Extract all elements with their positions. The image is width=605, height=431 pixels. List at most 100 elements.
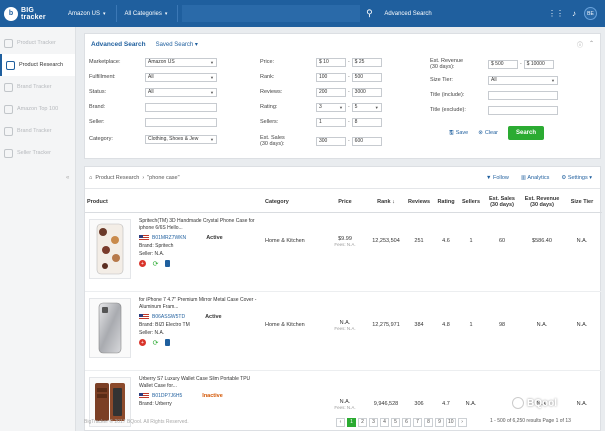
title-exclude-field[interactable] xyxy=(488,105,558,115)
sidebar-item-brand-tracker[interactable]: Brand Tracker xyxy=(0,76,75,98)
cell-size-tier: N.A. xyxy=(576,401,588,407)
sellers-max-field[interactable]: 8 xyxy=(351,117,382,127)
reviews-min-field[interactable]: 200 xyxy=(316,87,346,97)
col-price[interactable]: Price xyxy=(331,191,359,213)
chevron-down-icon: ▼ xyxy=(339,104,343,110)
page-button[interactable]: 4 xyxy=(380,417,389,427)
refresh-icon[interactable]: ⟳ xyxy=(152,339,159,347)
product-title[interactable]: Urberry S7 Luxury Wallet Case Slim Porta… xyxy=(139,376,261,390)
col-sellers[interactable]: Sellers xyxy=(459,191,483,213)
page-button[interactable]: 5 xyxy=(391,417,400,427)
search-icon[interactable]: ⚲ xyxy=(360,5,378,22)
status-label: Status: xyxy=(89,89,107,95)
refresh-icon[interactable]: ⟳ xyxy=(152,260,159,268)
col-category[interactable]: Category xyxy=(265,191,325,213)
price-max-field[interactable]: $ 25 xyxy=(351,57,382,67)
track-icon[interactable]: + xyxy=(139,339,146,346)
page-button[interactable]: 2 xyxy=(358,417,367,427)
est-sales-min-field[interactable]: 300 xyxy=(316,136,346,146)
breadcrumb-root[interactable]: Product Research xyxy=(95,175,139,181)
cell-size-tier: N.A. xyxy=(576,322,588,328)
track-icon[interactable]: + xyxy=(139,260,146,267)
est-sales-max-field[interactable]: 600 xyxy=(351,136,382,146)
status-badge: Inactive xyxy=(202,393,223,399)
sidebar-item-product-research[interactable]: Product Research xyxy=(0,54,75,76)
price-min-field[interactable]: $ 10 xyxy=(316,57,346,67)
table-row[interactable]: Spritech(TM) 3D Handmade Crystal Phone C… xyxy=(85,214,602,292)
logo[interactable]: b BIG tracker xyxy=(0,0,60,27)
est-revenue-max-field[interactable]: $ 10000 xyxy=(523,59,554,69)
page-button[interactable]: 10 xyxy=(446,417,456,427)
col-est-revenue[interactable]: Est. Revenue (30 days) xyxy=(522,191,562,213)
advanced-search-link[interactable]: Advanced Search xyxy=(384,11,431,17)
title-include-field[interactable] xyxy=(488,90,558,100)
info-icon[interactable]: ⓘ xyxy=(577,40,583,49)
reviews-max-field[interactable]: 3000 xyxy=(351,87,382,97)
rank-min-field[interactable]: 100 xyxy=(316,72,346,82)
product-asin[interactable]: B06ASSW5TD xyxy=(152,314,185,320)
col-rating[interactable]: Rating xyxy=(435,191,457,213)
product-title[interactable]: Spritech(TM) 3D Handmade Crystal Phone C… xyxy=(139,218,261,232)
search-input[interactable] xyxy=(182,5,361,22)
product-thumbnail[interactable] xyxy=(89,298,131,358)
analytics-button[interactable]: ▥ Analytics xyxy=(521,175,549,181)
brand-field[interactable] xyxy=(145,102,217,112)
seller-field[interactable] xyxy=(145,117,217,127)
page-button[interactable]: 7 xyxy=(413,417,422,427)
size-tier-field[interactable]: All ▼ xyxy=(488,75,558,85)
size-tier-label: Size Tier: xyxy=(430,77,453,83)
settings-button[interactable]: ⚙ Settings ▾ xyxy=(561,175,592,181)
saved-search-dropdown[interactable]: Saved Search ▾ xyxy=(156,41,198,48)
col-product[interactable]: Product xyxy=(87,191,127,213)
grid-icon[interactable]: ⋮⋮ xyxy=(548,9,564,18)
page-button[interactable]: 3 xyxy=(369,417,378,427)
rank-max-field[interactable]: 500 xyxy=(351,72,382,82)
cell-rating: 4.7 xyxy=(442,401,450,407)
col-est-sales[interactable]: Est. Sales (30 days) xyxy=(485,191,519,213)
product-title[interactable]: for iPhone 7 4.7" Premium Mirror Metal C… xyxy=(139,297,261,311)
category-field[interactable]: Clothing, Shoes & Jew ▼ xyxy=(145,134,217,144)
status-field[interactable]: All ▼ xyxy=(145,87,217,97)
clear-button[interactable]: ⊗ Clear xyxy=(478,130,498,136)
est-sales-label: Est. Sales (30 days): xyxy=(260,135,285,147)
product-thumbnail[interactable] xyxy=(89,219,131,279)
col-size-tier[interactable]: Size Tier xyxy=(567,191,597,213)
delete-icon[interactable] xyxy=(165,339,170,346)
page-button[interactable]: 6 xyxy=(402,417,411,427)
sidebar-item-seller-tracker[interactable]: Seller Tracker xyxy=(0,142,75,164)
marketplace-label: Marketplace: xyxy=(89,59,121,65)
page-button[interactable]: 9 xyxy=(435,417,444,427)
collapse-sidebar-icon[interactable]: « xyxy=(66,175,69,181)
rating-max-field[interactable]: 5 ▼ xyxy=(351,102,382,112)
bell-icon[interactable]: ♪ xyxy=(572,9,576,18)
col-rank[interactable]: Rank ↓ xyxy=(368,191,404,213)
page-prev[interactable]: ‹ xyxy=(336,417,345,427)
rating-min-field[interactable]: 3 ▼ xyxy=(316,102,346,112)
page-button[interactable]: 8 xyxy=(424,417,433,427)
category-select[interactable]: All Categories ▾ xyxy=(117,5,179,22)
sellers-min-field[interactable]: 1 xyxy=(316,117,346,127)
cell-sellers: 1 xyxy=(469,322,473,328)
product-asin[interactable]: B01DP7J6H5 xyxy=(152,393,182,399)
fulfillment-field[interactable]: All ▼ xyxy=(145,72,217,82)
delete-icon[interactable] xyxy=(165,260,170,267)
search-button[interactable]: Search xyxy=(508,126,544,140)
phone-case-image xyxy=(96,223,124,275)
marketplace-field[interactable]: Amazon US ▼ xyxy=(145,57,217,67)
est-revenue-min-field[interactable]: $ 500 xyxy=(488,59,518,69)
save-button[interactable]: 🖫 Save xyxy=(449,129,468,138)
col-reviews[interactable]: Reviews xyxy=(407,191,431,213)
breadcrumb-home-icon[interactable]: ⌂ xyxy=(89,175,92,181)
follow-button[interactable]: ▼ Follow xyxy=(486,175,509,181)
sidebar-item-amazon-top-100[interactable]: Amazon Top 100 xyxy=(0,98,75,120)
brand-tracker-icon xyxy=(4,82,13,92)
product-asin[interactable]: B01MRZ7WKN xyxy=(152,235,186,241)
marketplace-select[interactable]: Amazon US ▾ xyxy=(60,5,117,22)
page-next[interactable]: › xyxy=(457,417,467,427)
sidebar-item-product-tracker[interactable]: Product Tracker xyxy=(0,32,75,54)
table-row[interactable]: for iPhone 7 4.7" Premium Mirror Metal C… xyxy=(85,293,602,371)
page-button[interactable]: 1 xyxy=(347,417,356,427)
avatar[interactable]: BE xyxy=(584,7,597,20)
sidebar-item-brand-tracker-2[interactable]: Brand Tracker xyxy=(0,120,75,142)
collapse-icon[interactable]: ⌃ xyxy=(589,40,594,49)
